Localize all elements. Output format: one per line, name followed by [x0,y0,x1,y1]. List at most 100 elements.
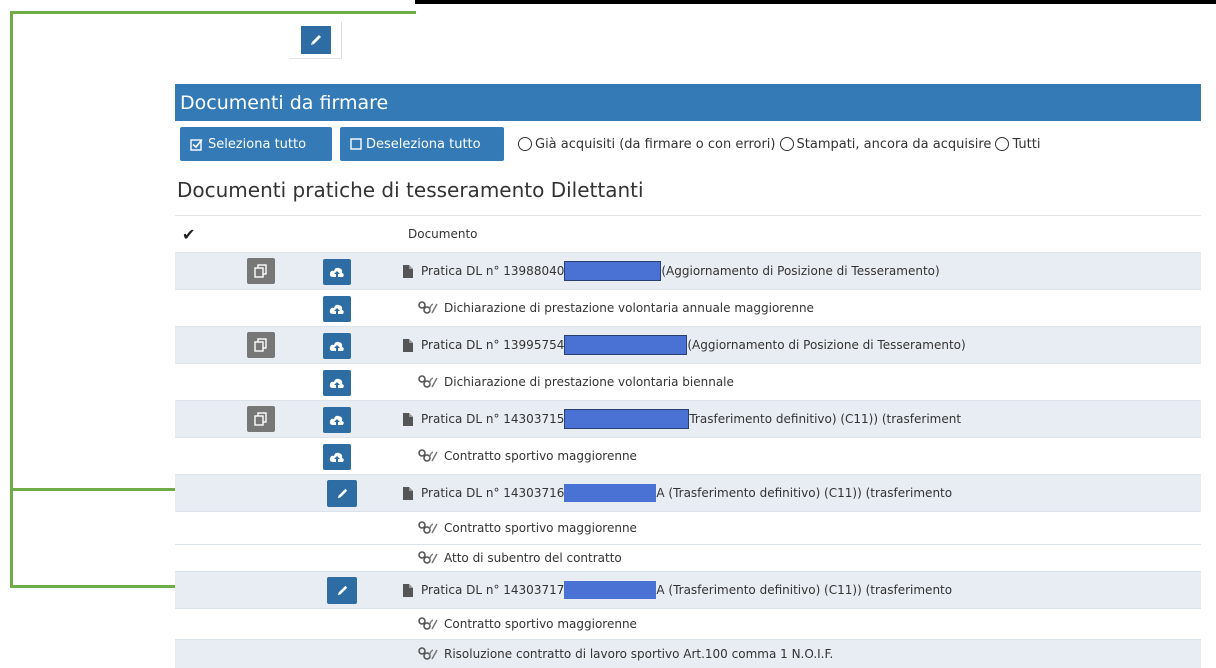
table-row: Dichiarazione di prestazione volontaria … [175,289,1201,326]
cloud-upload-icon [329,267,344,277]
pratica-type: A (Trasferimento definitivo) (C11)) (tra… [656,486,953,500]
select-all-button[interactable]: Seleziona tutto [180,127,332,161]
deselect-all-button[interactable]: Deseleziona tutto [340,127,504,161]
redacted-block [564,261,662,281]
pratica-number: Pratica DL n° 13988040 [421,264,565,278]
link-icon [418,375,438,389]
deselect-all-label: Deseleziona tutto [366,136,481,152]
redacted-block [564,484,657,502]
link-icon [418,647,438,661]
pratica-type: A (Trasferimento definitivo) (C11)) (tra… [656,583,953,597]
file-icon [403,412,413,426]
document-cell: Pratica DL n° 14303716 A (Trasferimento … [403,475,952,511]
copy-button[interactable] [247,332,275,358]
document-cell: Atto di subentro del contratto [418,545,622,571]
upload-button[interactable] [323,370,351,396]
pencil-icon [311,35,321,45]
pratica-type: (Aggiornamento di Posizione di Tesserame… [687,338,966,352]
table-row: Contratto sportivo maggiorenne [175,608,1201,639]
header-document: Documento [408,227,478,241]
upload-button[interactable] [323,444,351,470]
cloud-upload-icon [329,304,344,314]
upload-button[interactable] [323,407,351,433]
pratica-number: Pratica DL n° 14303717 [421,583,565,597]
pratica-type: Trasferimento definitivo) (C11)) (trasfe… [689,412,962,426]
copy-button[interactable] [247,406,275,432]
link-icon [418,551,438,565]
pratica-number: Pratica DL n° 14303716 [421,486,565,500]
link-icon [418,521,438,535]
upload-button[interactable] [323,259,351,285]
table-row: Pratica DL n° 13995754 (Aggiornamento di… [175,326,1201,363]
cloud-upload-icon [329,378,344,388]
radio-already-acquired[interactable] [518,137,532,151]
attachment-name: Contratto sportivo maggiorenne [444,521,637,535]
file-icon [403,338,413,352]
table-row: Pratica DL n° 14303716 A (Trasferimento … [175,474,1201,511]
pratica-number: Pratica DL n° 14303715 [421,412,565,426]
radio-already-acquired-label: Già acquisiti (da firmare o con errori) [535,136,776,152]
copy-button[interactable] [247,258,275,284]
radio-printed-not-acquired[interactable] [779,137,794,151]
link-icon [418,617,438,631]
cloud-upload-icon [329,452,344,462]
attachment-name: Contratto sportivo maggiorenne [444,449,637,463]
attachment-name: Dichiarazione di prestazione volontaria … [444,375,734,389]
panel-title: Documenti da firmare [175,84,1201,121]
table-row: Pratica DL n° 14303717 A (Trasferimento … [175,571,1201,608]
document-cell: Pratica DL n° 13988040 (Aggiornamento di… [403,253,940,289]
file-icon [403,583,413,597]
table-row: Pratica DL n° 13988040 (Aggiornamento di… [175,252,1201,289]
annotation-line-vertical [10,11,13,587]
attachment-name: Atto di subentro del contratto [444,551,622,565]
redacted-block [564,581,657,599]
table-row: Risoluzione contratto di lavoro sportivo… [175,639,1201,668]
header-check-icon: ✔ [182,225,196,244]
annotation-line-top [10,11,416,14]
radio-printed-not-acquired-label: Stampati, ancora da acquisire [796,136,992,152]
documents-table: ✔ Documento Pratica DL n° 13988040 (Aggi… [175,215,1201,668]
document-cell: Risoluzione contratto di lavoro sportivo… [418,640,833,668]
filter-radio-group: Già acquisiti (da firmare o con errori) … [518,137,1044,152]
attachment-name: Dichiarazione di prestazione volontaria … [444,301,814,315]
table-row: Contratto sportivo maggiorenne [175,437,1201,474]
redacted-block [564,409,690,429]
attachment-name: Contratto sportivo maggiorenne [444,617,637,631]
document-cell: Contratto sportivo maggiorenne [418,609,637,639]
attachment-name: Risoluzione contratto di lavoro sportivo… [444,647,834,661]
file-icon [403,264,413,278]
cloud-upload-icon [329,341,344,351]
table-row: Pratica DL n° 14303715 Trasferimento def… [175,400,1201,437]
top-edit-button[interactable] [301,26,331,54]
upload-button[interactable] [323,333,351,359]
document-cell: Pratica DL n° 14303715 Trasferimento def… [403,401,961,437]
document-cell: Contratto sportivo maggiorenne [418,512,637,544]
file-icon [403,486,413,500]
checkbox-empty-icon [350,138,362,150]
document-cell: Pratica DL n° 13995754 (Aggiornamento di… [403,327,966,363]
link-icon [418,301,438,315]
pratica-type: (Aggiornamento di Posizione di Tesserame… [661,264,940,278]
top-black-bar [415,0,1216,4]
document-cell: Pratica DL n° 14303717 A (Trasferimento … [403,572,952,608]
checkbox-checked-icon [190,138,203,151]
radio-all-label: Tutti [1012,136,1041,152]
upload-button[interactable] [323,296,351,322]
copy-icon [254,412,267,426]
toolbar: Seleziona tutto Deseleziona tutto Già ac… [180,127,1044,161]
table-header: ✔ Documento [175,215,1201,252]
copy-icon [254,264,267,278]
select-all-label: Seleziona tutto [208,136,307,152]
document-cell: Contratto sportivo maggiorenne [418,438,637,474]
table-row: Dichiarazione di prestazione volontaria … [175,363,1201,400]
cloud-upload-icon [329,415,344,425]
redacted-block [564,335,688,355]
pencil-icon [337,585,347,596]
copy-icon [254,338,267,352]
document-cell: Dichiarazione di prestazione volontaria … [418,290,814,326]
edit-button[interactable] [327,577,357,604]
document-cell: Dichiarazione di prestazione volontaria … [418,364,734,400]
pencil-icon [337,488,347,499]
edit-button[interactable] [327,480,357,507]
radio-all[interactable] [995,137,1010,151]
